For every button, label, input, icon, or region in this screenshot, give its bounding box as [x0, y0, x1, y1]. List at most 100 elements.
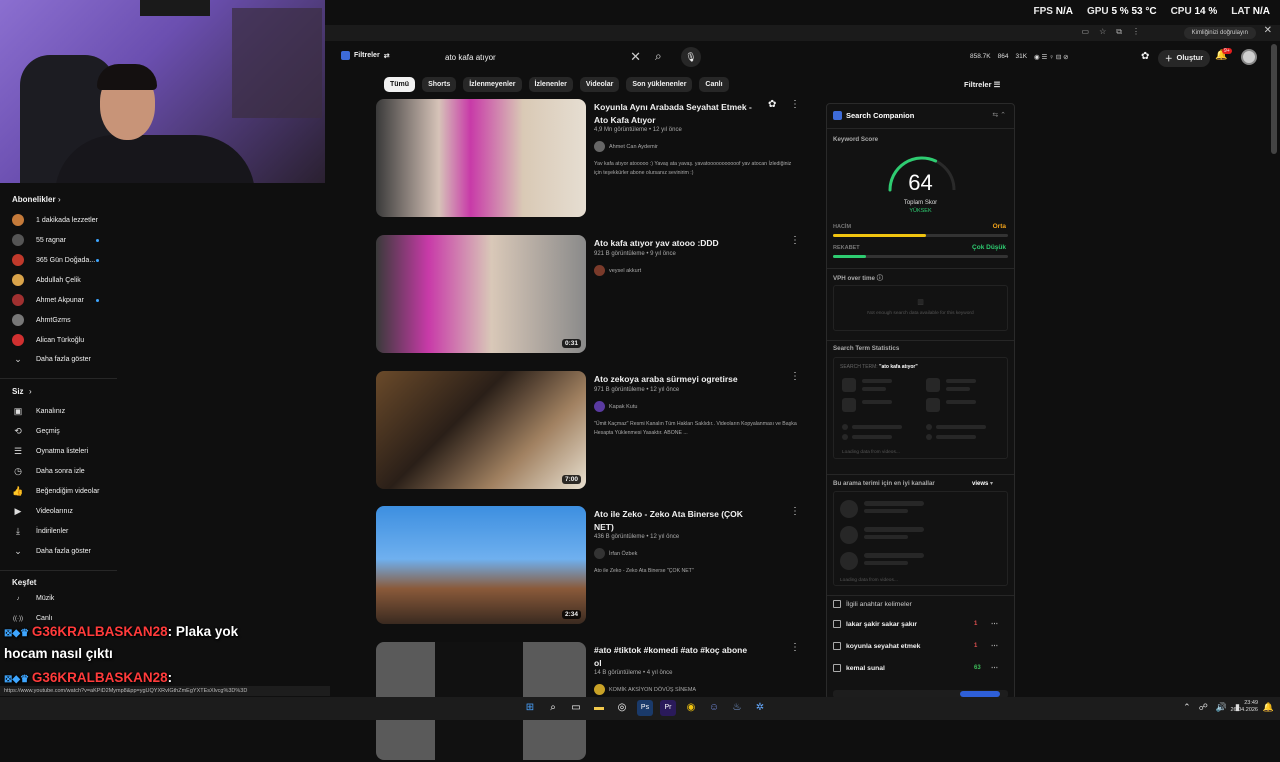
search-icon[interactable]: ⌕ — [655, 49, 662, 64]
chip-6[interactable]: Canlı — [699, 77, 729, 92]
subscription-item[interactable]: 1 dakikada lezzetler — [12, 214, 98, 226]
video-thumbnail[interactable]: 0:31 — [376, 235, 586, 353]
steam-client-icon[interactable]: ♨ — [729, 700, 745, 716]
you-item[interactable]: ☰ Oynatma listeleri — [12, 446, 88, 457]
subscription-item[interactable]: Alican Türkoğlu — [12, 334, 84, 346]
more-options-icon[interactable]: ⋮ — [790, 506, 800, 517]
you-item[interactable]: ▶ Videolarınız — [12, 506, 73, 517]
video-result[interactable]: 0:31 Ato kafa atıyor yav atooo :DDD 921 B … — [376, 235, 806, 355]
filters-right-button[interactable]: Filtreler ☰ — [964, 80, 1000, 89]
you-item[interactable]: ⤓ İndirilenler — [12, 526, 68, 537]
chip-0[interactable]: Tümü — [384, 77, 416, 92]
subscription-item[interactable]: 55 ragnar — [12, 234, 66, 246]
settings-gear-icon[interactable]: ✿ — [1141, 51, 1149, 62]
subscription-item[interactable]: 365 Gün Doğada... — [12, 254, 95, 266]
video-channel[interactable]: İrfan Özbek — [594, 548, 637, 559]
verify-identity-button[interactable]: Kimliğinizi doğrulayın — [1183, 27, 1256, 39]
video-thumbnail[interactable]: 2:34 — [376, 506, 586, 624]
page-scrollbar[interactable] — [1271, 44, 1277, 154]
video-thumbnail[interactable]: 7:00 — [376, 371, 586, 489]
app-icon[interactable]: ✲ — [752, 700, 768, 716]
keyword-checkbox[interactable] — [833, 620, 841, 628]
premiere-icon[interactable]: Pr — [660, 700, 676, 716]
subscription-label: Abdullah Çelik — [36, 276, 81, 284]
select-all-checkbox[interactable] — [833, 600, 841, 608]
video-title[interactable]: #ato #tiktok #komedi #ato #koç abone ol — [594, 644, 754, 669]
volume-icon[interactable]: 🔊 — [1216, 702, 1227, 713]
steam-icon[interactable]: ◎ — [614, 700, 630, 716]
chip-4[interactable]: Videolar — [579, 77, 620, 92]
more-options-icon[interactable]: ⋮ — [790, 235, 800, 246]
video-result[interactable]: 2:34 Ato ile Zeko - Zeko Ata Binerse (ÇOK… — [376, 506, 806, 626]
you-heading[interactable]: Siz — [12, 387, 24, 396]
video-channel[interactable]: veysel akkurt — [594, 265, 641, 276]
video-channel[interactable]: Kapak Kutu — [594, 401, 637, 412]
related-keyword-row[interactable]: kemal sunal 63 ⋯ — [833, 664, 1008, 672]
taskbar-search-icon[interactable]: ⌕ — [545, 700, 561, 716]
subscription-item[interactable]: Ahmet Akpunar — [12, 294, 84, 306]
you-item[interactable]: ⌄ Daha fazla göster — [12, 546, 91, 557]
file-explorer-icon[interactable]: ▬ — [591, 700, 607, 716]
more-options-icon[interactable]: ⋯ — [991, 664, 998, 672]
video-title[interactable]: Ato zekoya araba sürmeyi ogretirse — [594, 373, 754, 386]
keyword-checkbox[interactable] — [833, 664, 841, 672]
related-keyword-row[interactable]: lakar şakir sakar şakır 1 ⋯ — [833, 620, 1008, 628]
discord-icon[interactable]: ☺ — [706, 700, 722, 716]
chip-3[interactable]: İzlenenler — [528, 77, 573, 92]
start-windows-icon[interactable]: ⊞ — [522, 700, 538, 716]
you-item[interactable]: ▣ Kanalınız — [12, 406, 65, 417]
views-selector[interactable]: views ▾ — [972, 480, 993, 487]
video-title[interactable]: Koyunla Aynı Arabada Seyahat Etmek - Ato… — [594, 101, 754, 126]
cast-icon[interactable]: ▭ — [1082, 27, 1090, 37]
extensions-icon[interactable]: ⧉ — [1116, 27, 1122, 37]
bookmark-star-icon[interactable]: ☆ — [1099, 27, 1106, 37]
you-item[interactable]: 👍 Beğendiğim videolar — [12, 486, 99, 497]
subscriptions-heading[interactable]: Abonelikler — [12, 195, 56, 204]
clear-search-icon[interactable]: ✕ — [630, 49, 641, 65]
task-view-icon[interactable]: ▭ — [568, 700, 584, 716]
subscription-item[interactable]: AhmtGzms — [12, 314, 71, 326]
video-title[interactable]: Ato ile Zeko - Zeko Ata Binerse (ÇOK NET… — [594, 508, 754, 533]
video-result[interactable]: Koyunla Aynı Arabada Seyahat Etmek - Ato… — [376, 99, 806, 219]
save-gear-icon[interactable]: ✿ — [768, 99, 776, 110]
show-more-subs[interactable]: ⌄ Daha fazla göster — [12, 354, 91, 365]
window-close-icon[interactable]: ✕ — [1264, 25, 1272, 36]
keyword-checkbox[interactable] — [833, 642, 841, 650]
chrome-icon[interactable]: ◉ — [683, 700, 699, 716]
notification-center-icon[interactable]: 🔔 — [1263, 702, 1274, 713]
more-options-icon[interactable]: ⋮ — [790, 371, 800, 382]
tray-chevron-icon[interactable]: ⌃ — [1183, 702, 1191, 713]
you-item[interactable]: ⟲ Geçmiş — [12, 426, 60, 437]
related-keyword-row[interactable]: koyunla seyahat etmek 1 ⋯ — [833, 642, 1008, 650]
channel-avatar — [12, 334, 24, 346]
create-button[interactable]: ＋ Oluştur — [1158, 50, 1211, 67]
video-channel[interactable]: Ahmet Can Aydemir — [594, 141, 658, 152]
search-input[interactable]: ato kafa atıyor ✕ — [433, 46, 653, 68]
more-options-icon[interactable]: ⋯ — [991, 642, 998, 650]
voice-search-icon[interactable]: 🎙 — [681, 47, 701, 67]
photoshop-icon[interactable]: Ps — [637, 700, 653, 716]
clock-time: 23:49 — [1244, 700, 1258, 706]
chip-1[interactable]: Shorts — [422, 77, 457, 92]
chip-5[interactable]: Son yüklenenler — [626, 77, 693, 92]
info-icon[interactable]: ⓘ — [877, 275, 883, 282]
you-item[interactable]: ◷ Daha sonra izle — [12, 466, 85, 477]
tab-search-icon[interactable]: ⋮ — [1132, 27, 1140, 37]
account-avatar[interactable] — [1241, 49, 1257, 65]
network-icon[interactable]: ☍ — [1199, 702, 1208, 713]
companion-collapse-icon[interactable]: ⇆ ⌃ — [992, 111, 1006, 119]
more-options-icon[interactable]: ⋮ — [790, 99, 800, 110]
extension-icons[interactable]: ◉ ☰ ♀ ⊟ ⊘ — [1034, 53, 1069, 61]
filters-button[interactable]: Filtreler ⇄ — [341, 51, 390, 60]
video-result[interactable]: 7:00 Ato zekoya araba sürmeyi ogretirse 97… — [376, 371, 806, 491]
chip-2[interactable]: İzlenmeyenler — [463, 77, 522, 92]
more-options-icon[interactable]: ⋯ — [991, 620, 998, 628]
video-thumbnail[interactable] — [376, 99, 586, 217]
explore-item[interactable]: ♪ Müzik — [12, 595, 55, 602]
video-channel[interactable]: KOMİK AKSİYON DÖVÜŞ SİNEMA — [594, 684, 696, 695]
related-keywords-header[interactable]: İlgili anahtar kelimeler — [833, 600, 1008, 608]
more-options-icon[interactable]: ⋮ — [790, 642, 800, 653]
taskbar-clock[interactable]: 23:49 26.04.2026 — [1230, 700, 1258, 714]
subscription-item[interactable]: Abdullah Çelik — [12, 274, 81, 286]
video-title[interactable]: Ato kafa atıyor yav atooo :DDD — [594, 237, 754, 250]
